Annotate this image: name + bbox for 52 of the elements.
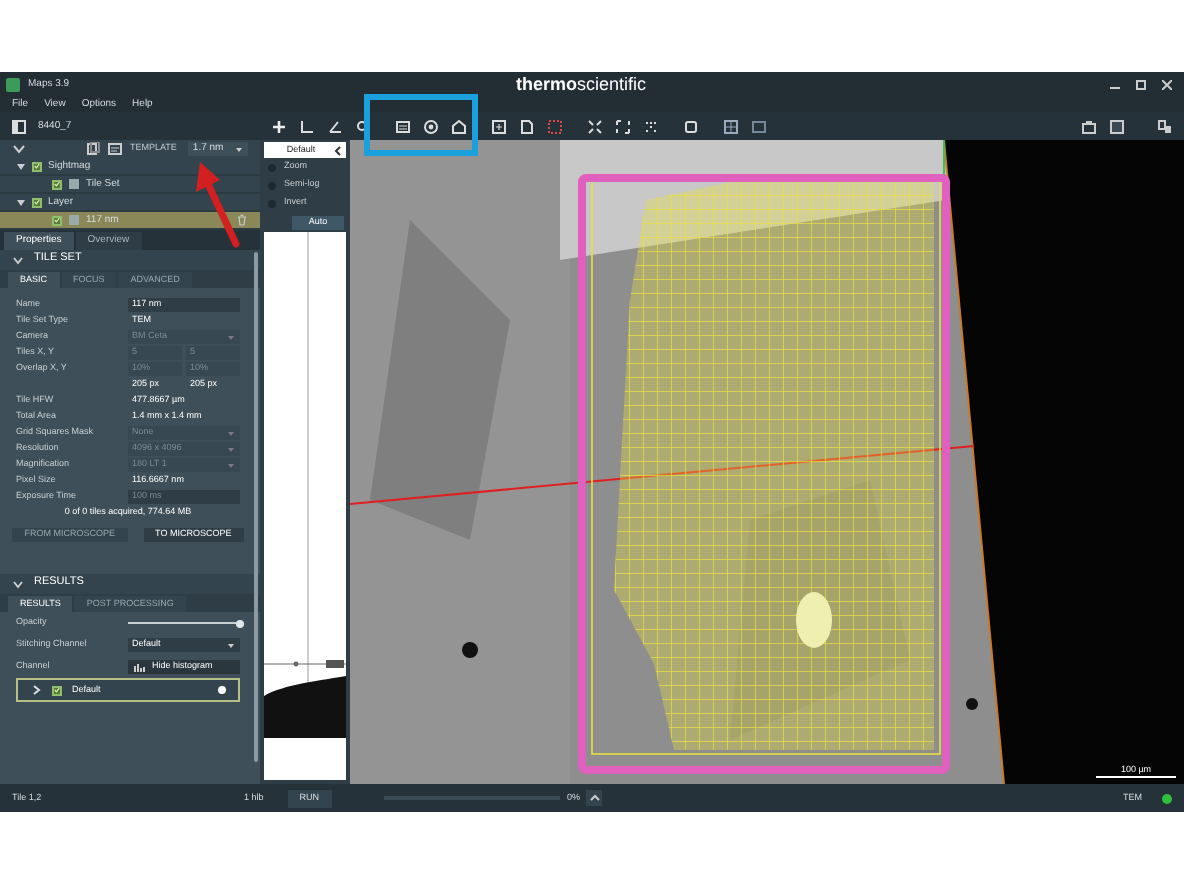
camera-icon[interactable] (1082, 119, 1096, 133)
scale-bar (1096, 776, 1176, 778)
layers-icon[interactable] (396, 119, 410, 133)
close-icon[interactable] (1162, 79, 1172, 89)
image-icon (68, 178, 80, 190)
caret-icon (226, 640, 236, 650)
expand-button[interactable] (586, 790, 603, 806)
search-icon[interactable] (356, 119, 370, 133)
highlight-frame (364, 94, 478, 156)
plus-icon[interactable] (272, 119, 286, 133)
logo-text: thermo (516, 76, 578, 94)
checkbox[interactable] (32, 197, 42, 207)
expand-icon[interactable] (616, 119, 630, 133)
chevron-up-icon (589, 794, 600, 802)
histogram-icon (134, 661, 146, 673)
chevron-left-icon (334, 145, 342, 155)
add-frame-icon[interactable] (492, 119, 506, 133)
angle-icon[interactable] (328, 119, 342, 133)
expand-triangle-icon[interactable] (16, 197, 26, 207)
display-icon[interactable] (1110, 119, 1124, 133)
image-icon (68, 214, 80, 226)
layout-icon[interactable] (1158, 119, 1172, 133)
slider-thumb[interactable] (236, 619, 244, 627)
tile-icon[interactable] (724, 119, 738, 133)
copy-icon[interactable] (86, 142, 100, 156)
shrink-icon[interactable] (588, 119, 602, 133)
chevron-icon[interactable] (12, 254, 24, 266)
frame-icon[interactable] (752, 119, 766, 133)
expand-triangle-icon[interactable] (16, 161, 26, 171)
checkbox[interactable] (32, 161, 42, 171)
checkbox[interactable] (52, 179, 62, 189)
scrollbar[interactable] (254, 252, 258, 762)
panel-icon[interactable] (12, 119, 26, 133)
app-icon (6, 77, 20, 91)
checkbox[interactable] (52, 215, 62, 225)
house-icon[interactable] (452, 119, 466, 133)
stack-icon[interactable] (684, 119, 698, 133)
arrow-drawing (190, 160, 244, 248)
checkbox[interactable] (52, 685, 62, 695)
chevron-icon[interactable] (30, 684, 42, 696)
caret-icon[interactable] (234, 144, 244, 154)
target-icon[interactable] (424, 119, 438, 133)
selection-icon[interactable] (548, 119, 562, 133)
chevron-down-icon[interactable] (12, 142, 26, 156)
document-icon[interactable] (520, 119, 534, 133)
chevron-icon[interactable] (12, 578, 24, 590)
grid-icon[interactable] (644, 119, 658, 133)
maximize-icon[interactable] (1136, 79, 1146, 89)
caret-icon (226, 331, 236, 341)
ruler-icon[interactable] (300, 119, 314, 133)
logo-text: scientific (577, 76, 647, 94)
template-icon[interactable] (108, 142, 122, 156)
